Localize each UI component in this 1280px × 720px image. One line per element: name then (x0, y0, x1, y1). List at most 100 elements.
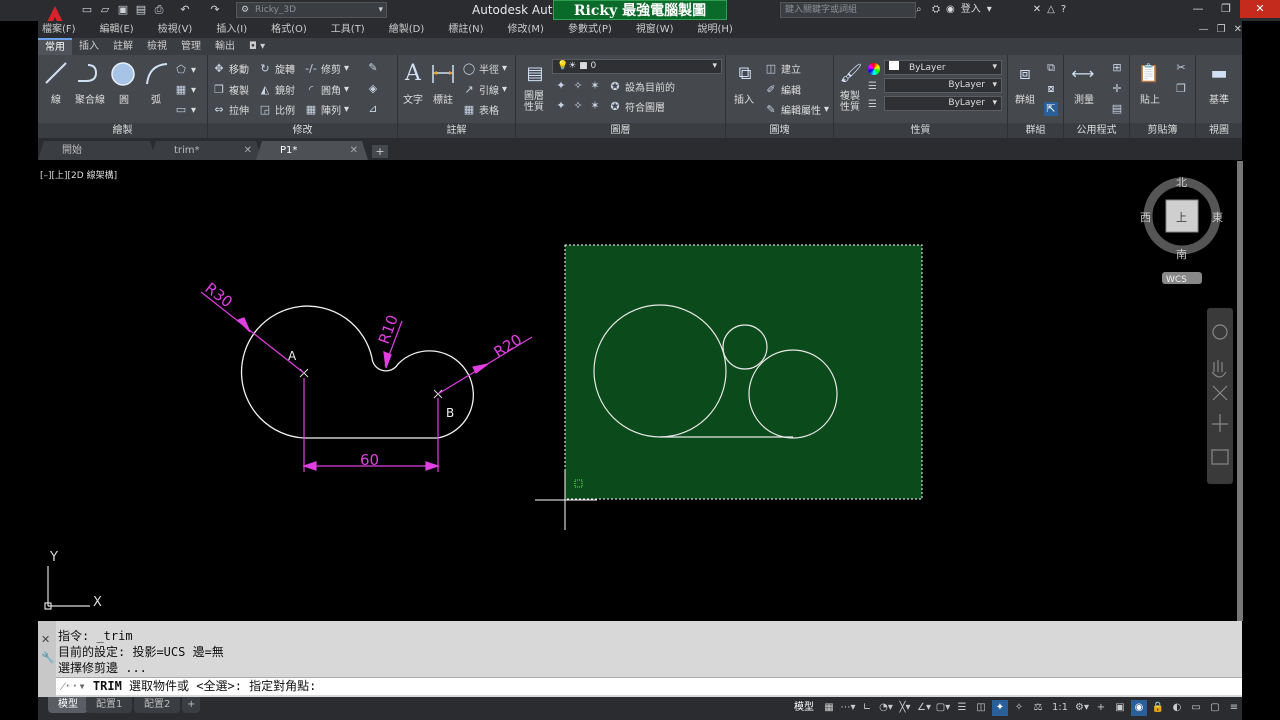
group-edit-icon[interactable]: ⧇ (1044, 82, 1058, 96)
polar-icon[interactable]: ◔▾ (878, 700, 894, 716)
layers-panel-title[interactable]: 圖層 (516, 123, 725, 138)
trim-button[interactable]: -/- 修剪 ▾ (304, 61, 349, 77)
match-layer-button[interactable]: ✪ 符合圖層 (608, 99, 665, 115)
cut-icon[interactable]: ✂ (1174, 61, 1188, 75)
layout-tab-model[interactable]: 模型 (48, 697, 88, 713)
search-icon[interactable]: ⌕ (916, 2, 930, 18)
new-file-icon[interactable]: ▭ (80, 3, 94, 17)
measure-icon[interactable]: ⟷ (1068, 59, 1098, 89)
quick-calc-icon[interactable]: ⊞ (1110, 61, 1124, 75)
table-button[interactable]: ▦ 表格 (462, 102, 499, 118)
a360-icon[interactable]: △ (1047, 2, 1055, 18)
circle-icon[interactable] (110, 61, 136, 87)
annotation-visibility-icon[interactable]: ✦ (992, 700, 1008, 716)
scale-button[interactable]: ◲ 比例 (258, 102, 295, 118)
block-panel-title[interactable]: 圖塊 (726, 123, 833, 138)
chevron-down-icon[interactable]: ▾ (987, 2, 1027, 18)
viewport-controls[interactable]: [–][上][2D 線架構] (40, 168, 117, 181)
ortho-icon[interactable]: ∟ (859, 700, 875, 716)
polygon-icon[interactable]: ⬠ ▾ (174, 63, 196, 77)
arc-icon[interactable] (144, 61, 170, 87)
radius-button[interactable]: ◯ 半徑 ▾ (462, 61, 507, 77)
groups-panel-title[interactable]: 群組 (1008, 123, 1063, 138)
copy-clip-icon[interactable]: ❐ (1174, 82, 1188, 96)
view-panel-title[interactable]: 視圖 (1196, 123, 1242, 138)
edit-attr-button[interactable]: ✎ 編輯屬性 ▾ (764, 102, 829, 118)
polyline-icon[interactable] (76, 61, 104, 85)
insert-block-icon[interactable]: ⧉ (730, 59, 760, 89)
otrack-icon[interactable]: ∠▾ (916, 700, 932, 716)
move-button[interactable]: ✥ 移動 (212, 61, 249, 77)
lineweight-dropdown[interactable]: ByLayer ▾ (884, 96, 1002, 111)
base-button[interactable]: 基準 (1199, 91, 1239, 106)
vertical-scrollbar[interactable] (1237, 161, 1243, 621)
rotate-button[interactable]: ↻ 旋轉 (258, 61, 295, 77)
base-view-icon[interactable]: ▬ (1204, 59, 1234, 89)
file-tab-trim[interactable]: trim* ✕ (150, 141, 262, 160)
quick-properties-icon[interactable]: ◉ (1131, 700, 1147, 716)
model-space-button[interactable]: 模型 (790, 700, 818, 716)
customize-icon[interactable]: ≡ (1226, 700, 1242, 716)
help-icon[interactable]: ? (1061, 2, 1066, 18)
layer-properties-button[interactable]: 圖層 性質 (514, 91, 554, 113)
tab-view[interactable]: 檢視 (140, 38, 174, 55)
color-dropdown[interactable]: ByLayer ▾ (884, 60, 1002, 75)
file-tab-p1[interactable]: P1* ✕ (256, 141, 368, 160)
minimize-button[interactable]: — (1184, 0, 1212, 18)
menu-insert[interactable]: 插入(I) (212, 21, 267, 38)
set-current-button[interactable]: ✪ 設為目前的 (608, 79, 675, 95)
lineweight-toggle-icon[interactable]: ☰ (954, 700, 970, 716)
clean-screen-icon[interactable]: ▢ (1207, 700, 1223, 716)
hatch-icon[interactable]: ▦ ▾ (174, 83, 196, 97)
close-button[interactable]: ✕ (1240, 0, 1280, 18)
tab-manage[interactable]: 管理 (174, 38, 208, 55)
ribbon-options-icon[interactable]: ◘ ▾ (242, 38, 272, 55)
exchange-icon[interactable]: ✕ (1033, 2, 1041, 18)
dimension-icon[interactable] (430, 61, 456, 87)
command-window-handle[interactable]: ✕ 🔧 (38, 621, 56, 697)
layer-tools2-icon[interactable]: ✦ ✧ ✶ (554, 99, 602, 113)
modify-panel-title[interactable]: 修改 (208, 123, 397, 138)
menu-draw[interactable]: 繪製(D) (385, 21, 445, 38)
dimension-button[interactable]: 標註 (423, 91, 463, 106)
save-as-icon[interactable]: ▤ (134, 3, 148, 17)
measure-button[interactable]: 測量 (1064, 91, 1104, 106)
close-icon[interactable]: ✕ (244, 141, 252, 160)
edit-block-button[interactable]: ✐ 編輯 (764, 82, 801, 98)
layout-tab-1[interactable]: 配置1 (86, 697, 133, 713)
group-icon[interactable]: ⧈ (1010, 59, 1040, 89)
command-input[interactable]: ⁄··▾ TRIM 選取物件或 <全選>: 指定對角點: (56, 677, 1242, 695)
leader-button[interactable]: ↗ 引線 ▾ (462, 82, 507, 98)
stretch-button[interactable]: ⇔ 拉伸 (212, 102, 249, 118)
menu-view[interactable]: 檢視(V) (154, 21, 213, 38)
fillet-button[interactable]: ◜ 圓角 ▾ (304, 82, 349, 98)
hardware-accel-icon[interactable]: ▭ (1188, 700, 1204, 716)
explode-icon[interactable]: ◈ (366, 82, 380, 96)
calculator-icon[interactable]: ▤ (1110, 102, 1124, 116)
menu-file[interactable]: 檔案(F) (38, 21, 96, 38)
new-tab-button[interactable]: + (372, 145, 388, 158)
menu-edit[interactable]: 編輯(E) (96, 21, 154, 38)
menu-parametric[interactable]: 參數式(P) (564, 21, 632, 38)
menu-dimension[interactable]: 標註(N) (444, 21, 503, 38)
menu-format[interactable]: 格式(O) (267, 21, 327, 38)
paste-icon[interactable]: 📋 (1134, 59, 1164, 89)
scale-value[interactable]: 1:1 (1049, 700, 1071, 716)
wrench-icon[interactable]: 🔧 (41, 651, 55, 664)
workspace-icon[interactable]: ⚙▾ (1074, 700, 1090, 716)
units-icon[interactable]: ▣ (1112, 700, 1128, 716)
binoculars-icon[interactable]: ⛭ (932, 2, 940, 18)
isodraft-icon[interactable]: ╳▾ (897, 700, 913, 716)
drawing-canvas[interactable] (38, 161, 1237, 621)
add-layout-button[interactable]: + (182, 697, 201, 713)
clipboard-panel-title[interactable]: 剪貼簿 (1130, 123, 1195, 138)
group-select-icon[interactable]: ⇱ (1044, 102, 1058, 116)
point-icon[interactable]: ✛ (1110, 82, 1124, 96)
tab-output[interactable]: 輸出 (208, 38, 242, 55)
copy-button[interactable]: ❐ 複製 (212, 82, 249, 98)
menu-help[interactable]: 說明(H) (694, 21, 753, 38)
isolate-icon[interactable]: ◐ (1169, 700, 1185, 716)
paste-button[interactable]: 貼上 (1130, 91, 1170, 106)
insert-button[interactable]: 插入 (724, 91, 764, 106)
undo-icon[interactable]: ↶ (178, 3, 192, 17)
